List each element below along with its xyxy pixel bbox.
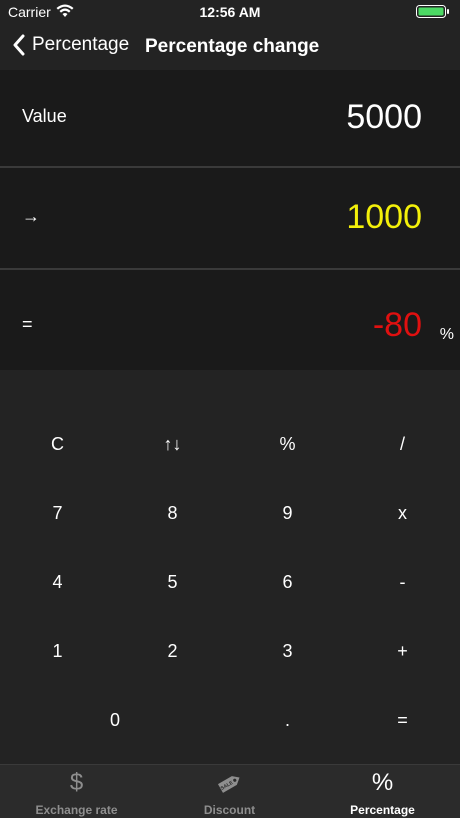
key-minus[interactable]: - xyxy=(345,548,460,617)
key-0[interactable]: 0 xyxy=(0,686,230,755)
key-divide[interactable]: / xyxy=(345,410,460,479)
key-1[interactable]: 1 xyxy=(0,617,115,686)
key-7[interactable]: 7 xyxy=(0,479,115,548)
back-button[interactable]: Percentage xyxy=(12,34,129,56)
key-decimal[interactable]: . xyxy=(230,686,345,755)
key-6[interactable]: 6 xyxy=(230,548,345,617)
chevron-left-icon xyxy=(13,34,25,56)
status-bar: Carrier 12:56 AM xyxy=(0,0,460,24)
tab-label: Percentage xyxy=(350,803,415,817)
navigation-bar: Percentage Percentage change xyxy=(0,24,460,70)
result-display: -80 xyxy=(372,306,422,344)
key-8[interactable]: 8 xyxy=(115,479,230,548)
key-percent[interactable]: % xyxy=(230,410,345,479)
tab-exchange-rate[interactable]: $ Exchange rate xyxy=(0,765,153,818)
arrow-label: → xyxy=(22,206,40,226)
sale-tag-icon: SALE xyxy=(153,769,306,797)
tab-discount[interactable]: SALE Discount xyxy=(153,765,306,818)
key-9[interactable]: 9 xyxy=(230,479,345,548)
value-row[interactable]: Value 5000 xyxy=(0,70,460,166)
page-title: Percentage change xyxy=(145,36,320,57)
dollar-icon: $ xyxy=(69,769,84,796)
value-label: Value xyxy=(22,106,67,126)
key-4[interactable]: 4 xyxy=(0,548,115,617)
key-swap[interactable]: ↑↓ xyxy=(115,410,230,479)
tab-label: Discount xyxy=(203,803,256,817)
key-equals[interactable]: = xyxy=(345,686,460,755)
key-3[interactable]: 3 xyxy=(230,617,345,686)
key-multiply[interactable]: x xyxy=(345,479,460,548)
keypad: C ↑↓ % / 7 8 9 x 4 5 6 - 1 2 3 + 0 . = xyxy=(0,410,460,755)
new-value-row[interactable]: → 1000 xyxy=(0,168,460,268)
key-clear[interactable]: C xyxy=(0,410,115,479)
value-display: 5000 xyxy=(346,98,422,136)
tab-bar: $ Exchange rate SALE Discount % Percenta… xyxy=(0,764,460,818)
back-label: Percentage xyxy=(32,34,130,55)
percent-unit-label: % xyxy=(439,326,454,343)
equals-label: = xyxy=(22,314,33,334)
new-value-display: 1000 xyxy=(346,198,422,236)
key-plus[interactable]: + xyxy=(345,617,460,686)
status-time: 12:56 AM xyxy=(199,4,261,20)
battery-icon xyxy=(416,5,449,18)
percent-icon: % xyxy=(371,769,394,796)
display-panel: Value 5000 → 1000 = -80 % xyxy=(0,70,460,370)
tab-label: Exchange rate xyxy=(35,803,118,817)
key-2[interactable]: 2 xyxy=(115,617,230,686)
key-5[interactable]: 5 xyxy=(115,548,230,617)
result-row: = -80 % xyxy=(0,270,460,370)
tab-percentage[interactable]: % Percentage xyxy=(306,765,459,818)
